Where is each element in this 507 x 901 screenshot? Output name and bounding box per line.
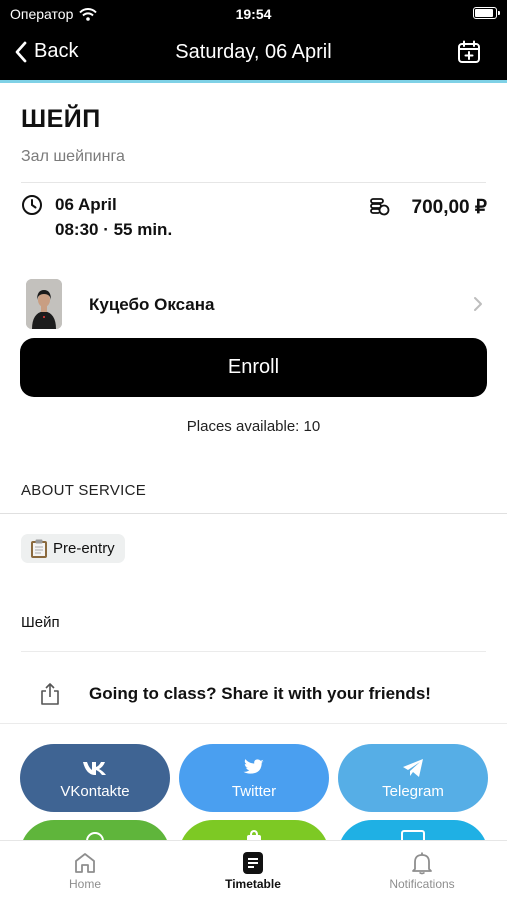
class-title: ШЕЙП bbox=[21, 105, 101, 133]
twitter-icon bbox=[243, 758, 264, 774]
status-bar: Оператор 19:54 bbox=[0, 0, 507, 28]
calendar-add-icon bbox=[458, 40, 480, 63]
share-icon bbox=[41, 683, 59, 705]
class-time-duration: 08:30 · 55 min. bbox=[55, 220, 173, 239]
divider bbox=[21, 651, 486, 652]
share-prompt: Going to class? Share it with your frien… bbox=[89, 684, 431, 703]
share-label: VKontakte bbox=[60, 782, 130, 800]
class-date: 06 April bbox=[55, 195, 117, 214]
tab-bar: Home Timetable Notifications bbox=[0, 840, 507, 901]
telegram-icon bbox=[403, 758, 423, 777]
share-telegram-button[interactable]: Telegram bbox=[338, 744, 488, 812]
trainer-avatar bbox=[26, 279, 62, 329]
battery-icon bbox=[473, 7, 500, 19]
tab-timetable[interactable]: Timetable bbox=[193, 849, 313, 891]
coins-icon bbox=[370, 198, 390, 216]
enroll-button[interactable]: Enroll bbox=[20, 338, 487, 397]
bell-icon bbox=[412, 852, 432, 875]
vk-icon bbox=[83, 761, 106, 775]
tab-label: Timetable bbox=[225, 877, 281, 891]
pre-entry-chip: Pre-entry bbox=[21, 534, 125, 563]
chip-label: Pre-entry bbox=[53, 540, 115, 557]
service-description: Шейп bbox=[21, 614, 60, 631]
divider bbox=[21, 182, 486, 183]
places-available: Places available: 10 bbox=[186, 418, 321, 435]
hall-name: Зал шейпинга bbox=[21, 148, 125, 165]
home-icon bbox=[75, 853, 95, 873]
tab-label: Home bbox=[68, 877, 101, 891]
clipboard-icon bbox=[31, 539, 47, 558]
trainer-name: Куцебо Оксана bbox=[89, 295, 215, 314]
tab-label: Notifications bbox=[389, 877, 455, 891]
tab-home[interactable]: Home bbox=[25, 849, 145, 891]
share-twitter-button[interactable]: Twitter bbox=[179, 744, 329, 812]
share-vkontakte-button[interactable]: VKontakte bbox=[20, 744, 170, 812]
add-to-calendar-button[interactable] bbox=[457, 40, 481, 69]
about-service-heading: ABOUT SERVICE bbox=[21, 482, 147, 499]
nav-title: Saturday, 06 April bbox=[175, 41, 332, 63]
timetable-icon bbox=[243, 852, 263, 874]
divider bbox=[0, 723, 507, 724]
share-label: Twitter bbox=[231, 782, 277, 800]
chevron-right-icon bbox=[474, 297, 482, 311]
divider bbox=[0, 513, 507, 514]
class-price: 700,00 ₽ bbox=[411, 197, 487, 218]
clock-time: 19:54 bbox=[235, 6, 272, 22]
share-label: Telegram bbox=[382, 782, 444, 800]
clock-icon bbox=[22, 195, 42, 215]
navigation-bar: Back Saturday, 06 April bbox=[0, 28, 507, 80]
tab-notifications[interactable]: Notifications bbox=[362, 849, 482, 891]
accent-line bbox=[0, 80, 507, 83]
